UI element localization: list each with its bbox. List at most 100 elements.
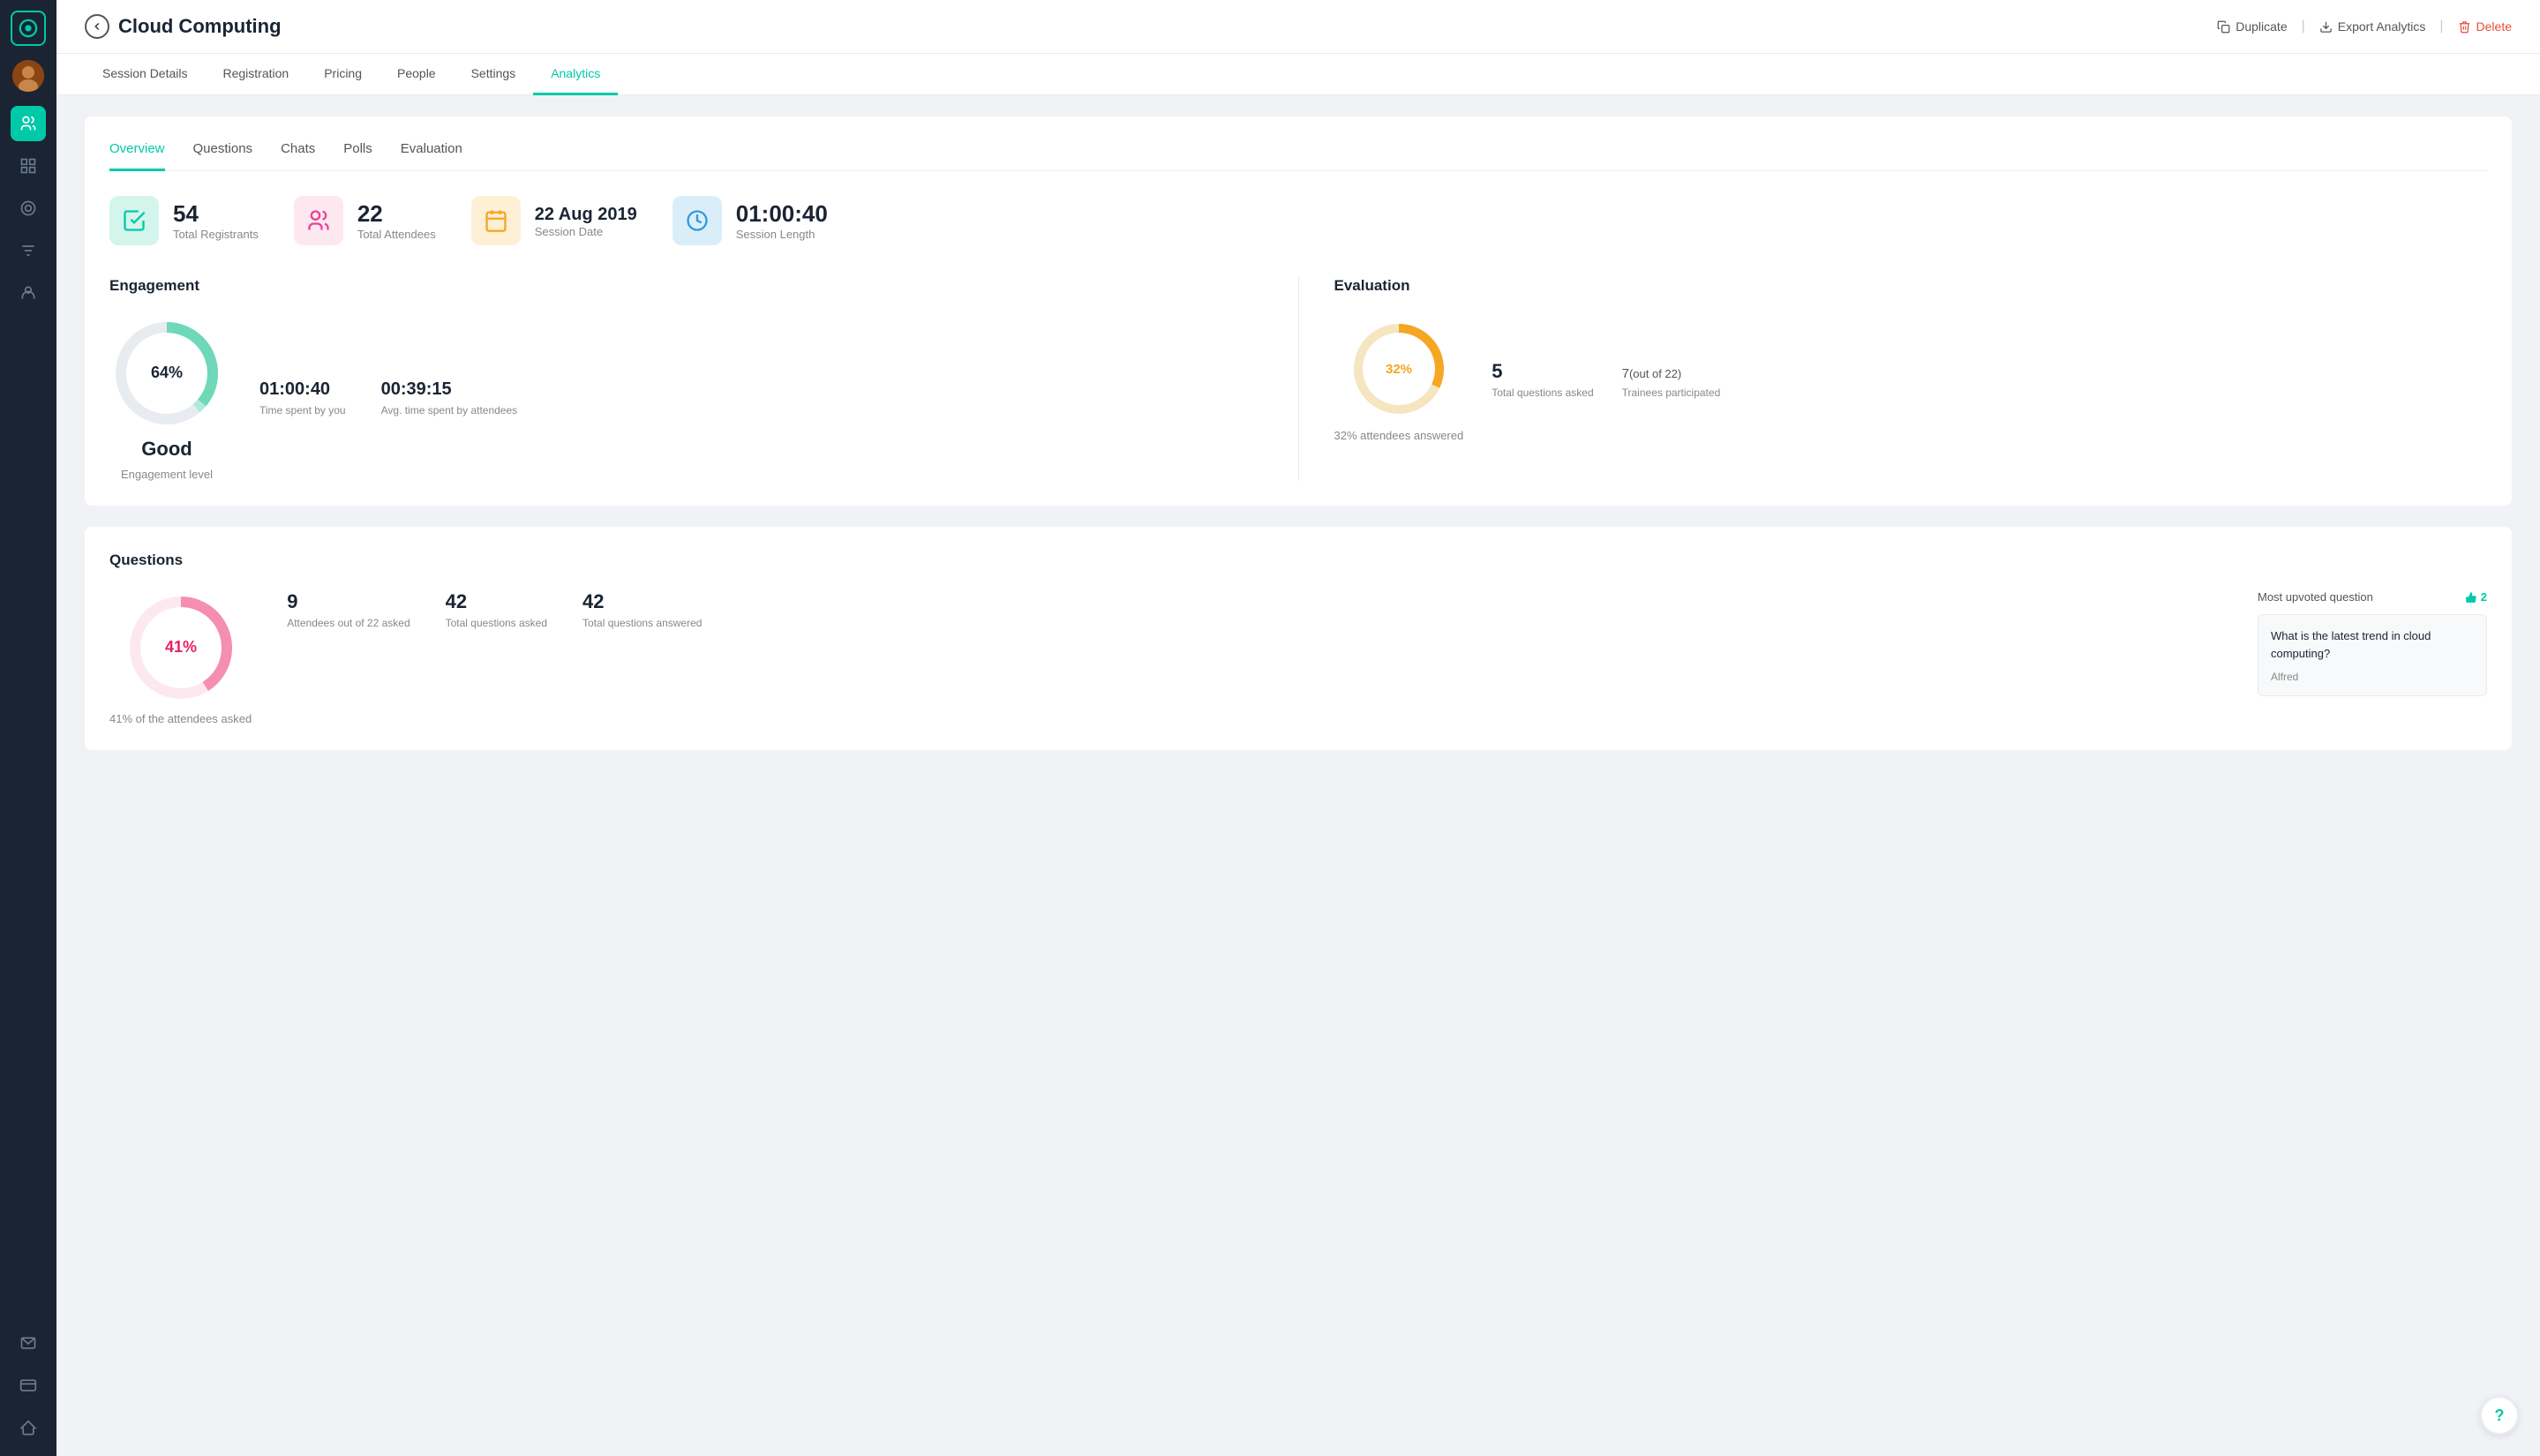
questions-pie-wrapper: 41% 41% of the attendees asked xyxy=(109,590,252,725)
attendees-value: 22 xyxy=(357,200,436,228)
eval-questions-label: Total questions asked xyxy=(1492,387,1593,399)
stat-registrants-text: 54 Total Registrants xyxy=(173,200,259,241)
tab-registration[interactable]: Registration xyxy=(206,54,307,95)
attendees-answered-label: 32% attendees answered xyxy=(1334,429,1464,442)
upvoted-author: Alfred xyxy=(2271,671,2474,683)
evaluation-content: 32% 32% attendees answered 5 Total quest… xyxy=(1334,316,2488,442)
sidebar-item-chat[interactable] xyxy=(11,1325,46,1361)
questions-content: 41% 41% of the attendees asked 9 Attende… xyxy=(109,590,2487,725)
duplicate-button[interactable]: Duplicate xyxy=(2217,19,2287,34)
sidebar-item-people[interactable] xyxy=(11,106,46,141)
app-logo xyxy=(11,11,46,46)
attendees-icon-wrapper xyxy=(294,196,343,245)
subtab-polls[interactable]: Polls xyxy=(343,141,372,171)
eval-trainees: 7(out of 22) Trainees participated xyxy=(1622,360,1721,399)
length-value: 01:00:40 xyxy=(736,200,828,228)
date-icon-wrapper xyxy=(471,196,521,245)
most-upvoted-panel: Most upvoted question 2 What is the late… xyxy=(2258,590,2487,696)
eval-trainees-label: Trainees participated xyxy=(1622,387,1721,399)
total-asked-label: Total questions asked xyxy=(446,617,547,629)
evaluation-section: Evaluation 32% 32% attendees answered xyxy=(1299,277,2488,481)
stat-date-text: 22 Aug 2019 Session Date xyxy=(535,204,637,238)
sidebar xyxy=(0,0,56,1456)
attendees-asked-label: Attendees out of 22 asked xyxy=(287,617,410,629)
stat-length-text: 01:00:40 Session Length xyxy=(736,200,828,241)
main-content: Cloud Computing Duplicate | Export Analy… xyxy=(56,0,2540,1456)
time-stats: 01:00:40 Time spent by you 00:39:15 Avg.… xyxy=(259,379,517,418)
stat-attendees-text: 22 Total Attendees xyxy=(357,200,436,241)
time-you-value: 01:00:40 xyxy=(259,379,346,400)
questions-stats: 9 Attendees out of 22 asked 42 Total que… xyxy=(287,590,2222,629)
total-answered-stat: 42 Total questions answered xyxy=(582,590,702,629)
eval-questions-value: 5 xyxy=(1492,360,1593,383)
tab-session-details[interactable]: Session Details xyxy=(85,54,206,95)
registrants-label: Total Registrants xyxy=(173,228,259,241)
total-answered-value: 42 xyxy=(582,590,702,613)
avg-time-value: 00:39:15 xyxy=(381,379,518,400)
content-area: Overview Questions Chats Polls Evaluatio… xyxy=(56,95,2540,1456)
back-button[interactable] xyxy=(85,14,109,39)
engagement-content: 64% Good Engagement level 01:00:40 Time … xyxy=(109,316,1263,481)
overview-card: Overview Questions Chats Polls Evaluatio… xyxy=(85,116,2512,506)
total-asked-value: 42 xyxy=(446,590,547,613)
time-you: 01:00:40 Time spent by you xyxy=(259,379,346,418)
sidebar-item-filter[interactable] xyxy=(11,233,46,268)
attendees-label: Total Attendees xyxy=(357,228,436,241)
eval-trainees-value: 7(out of 22) xyxy=(1622,360,1721,383)
sidebar-item-user[interactable] xyxy=(11,275,46,311)
header-actions: Duplicate | Export Analytics | Delete xyxy=(2217,19,2512,34)
sidebar-item-circle[interactable] xyxy=(11,191,46,226)
engagement-pie-wrapper: 64% Good Engagement level xyxy=(109,316,224,481)
svg-text:32%: 32% xyxy=(1386,362,1412,377)
stat-date: 22 Aug 2019 Session Date xyxy=(471,196,637,245)
tab-settings[interactable]: Settings xyxy=(454,54,534,95)
evaluation-pie-wrapper: 32% 32% attendees answered xyxy=(1334,316,1464,442)
page-header: Cloud Computing Duplicate | Export Analy… xyxy=(56,0,2540,54)
engagement-level-sub: Engagement level xyxy=(121,468,213,481)
upvoted-count: 2 xyxy=(2465,590,2487,604)
stat-attendees: 22 Total Attendees xyxy=(294,196,436,245)
questions-pie-chart: 41% xyxy=(124,590,238,705)
date-value: 22 Aug 2019 xyxy=(535,204,637,225)
svg-text:64%: 64% xyxy=(151,364,183,381)
evaluation-title: Evaluation xyxy=(1334,277,2488,295)
questions-section-title: Questions xyxy=(109,552,2487,569)
length-label: Session Length xyxy=(736,228,828,241)
nav-tabs: Session Details Registration Pricing Peo… xyxy=(56,54,2540,95)
tab-pricing[interactable]: Pricing xyxy=(306,54,379,95)
questions-percent-label: 41% of the attendees asked xyxy=(109,712,252,725)
tab-analytics[interactable]: Analytics xyxy=(533,54,618,95)
upvoted-card: What is the latest trend in cloud comput… xyxy=(2258,614,2487,696)
attendees-asked-stat: 9 Attendees out of 22 asked xyxy=(287,590,410,629)
subtab-evaluation[interactable]: Evaluation xyxy=(401,141,462,171)
length-icon-wrapper xyxy=(673,196,722,245)
sidebar-item-export[interactable] xyxy=(11,1410,46,1445)
evaluation-pie-chart: 32% xyxy=(1346,316,1452,422)
user-avatar[interactable] xyxy=(12,60,44,92)
sub-tabs: Overview Questions Chats Polls Evaluatio… xyxy=(109,141,2487,171)
stat-registrants: 54 Total Registrants xyxy=(109,196,259,245)
subtab-overview[interactable]: Overview xyxy=(109,141,165,171)
questions-card: Questions 41% 41% of the attendees asked… xyxy=(85,527,2512,750)
subtab-questions[interactable]: Questions xyxy=(193,141,253,171)
header-divider: | xyxy=(2302,19,2305,34)
avg-time-label: Avg. time spent by attendees xyxy=(381,403,518,418)
delete-button[interactable]: Delete xyxy=(2458,19,2512,34)
subtab-chats[interactable]: Chats xyxy=(281,141,315,171)
sidebar-item-card[interactable] xyxy=(11,1368,46,1403)
evaluation-stats: 5 Total questions asked 7(out of 22) Tra… xyxy=(1492,360,1720,399)
help-button[interactable]: ? xyxy=(2480,1396,2519,1435)
upvoted-title: Most upvoted question xyxy=(2258,590,2373,604)
engagement-title: Engagement xyxy=(109,277,1263,295)
header-left: Cloud Computing xyxy=(85,14,282,39)
export-button[interactable]: Export Analytics xyxy=(2319,19,2426,34)
registrants-value: 54 xyxy=(173,200,259,228)
page-title: Cloud Computing xyxy=(118,15,282,38)
tab-people[interactable]: People xyxy=(379,54,454,95)
engagement-level-label: Good xyxy=(141,438,192,461)
sidebar-item-grid[interactable] xyxy=(11,148,46,184)
attendees-asked-value: 9 xyxy=(287,590,410,613)
avg-time: 00:39:15 Avg. time spent by attendees xyxy=(381,379,518,418)
eval-total-questions: 5 Total questions asked xyxy=(1492,360,1593,399)
trainees-out-of: (out of 22) xyxy=(1629,367,1681,380)
